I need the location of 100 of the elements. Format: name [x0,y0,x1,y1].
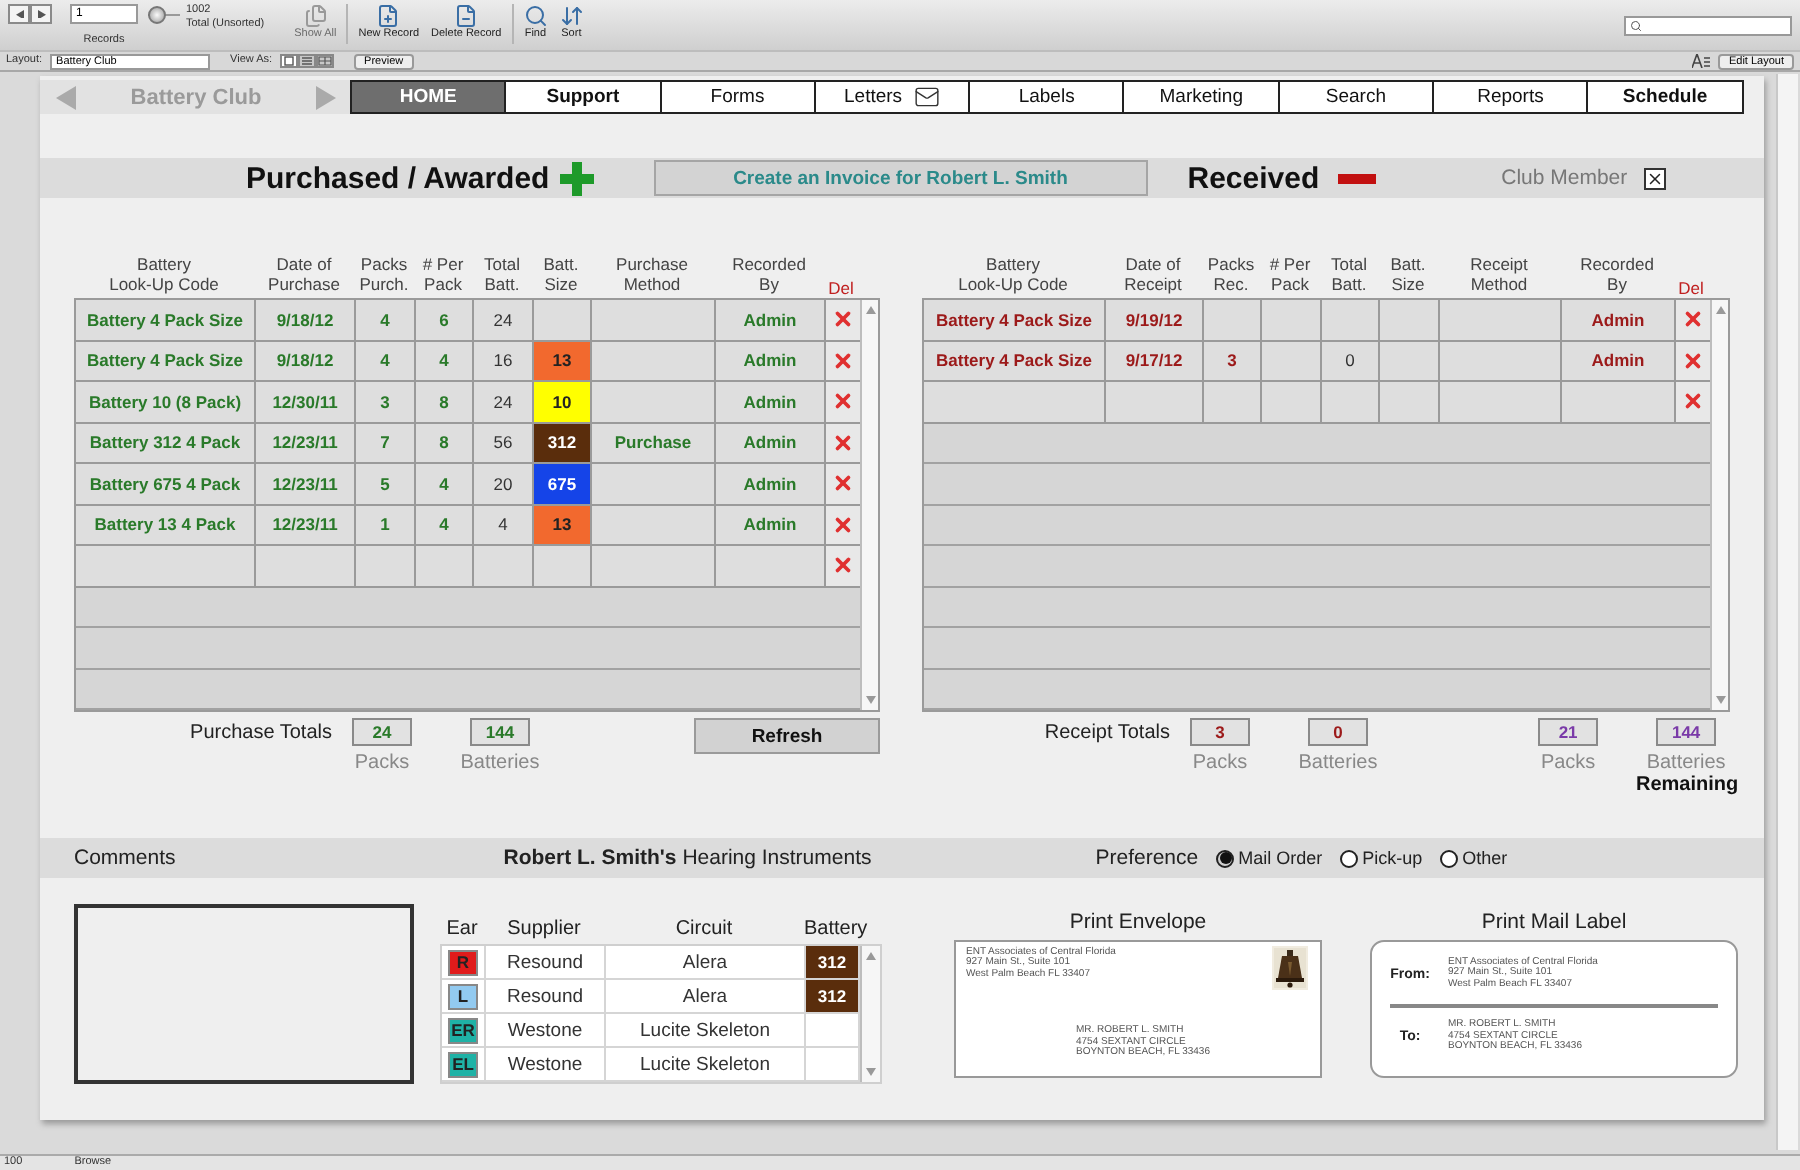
delete-button[interactable] [826,341,860,380]
remove-icon[interactable] [1337,173,1376,183]
delete-button[interactable] [1676,300,1710,339]
delete-button[interactable] [826,382,860,421]
table-cell: Battery 13 4 Pack [76,505,256,544]
table-cell: Westone [486,1048,606,1080]
radio-button[interactable]: Mail Order [1216,848,1323,868]
scrollbar[interactable] [860,946,880,1082]
radio-indicator[interactable] [1440,849,1459,867]
nav-tab[interactable]: Schedule [1586,80,1744,114]
search-icon [1630,20,1642,32]
delete-button[interactable] [826,464,860,503]
column-header: Battery Look-Up Code [107,256,221,294]
list-view-button[interactable] [298,54,317,68]
nav-tab[interactable]: Forms [659,80,816,114]
previous-record-button[interactable] [8,4,30,24]
size-badge: 675 [534,464,592,503]
table-view-button[interactable] [316,54,335,68]
table-cell: Admin [716,505,826,544]
nav-tab[interactable]: HOME [350,80,507,114]
refresh-button[interactable]: Refresh [694,718,880,754]
total-caption: Batteries [460,752,540,774]
scroll-down-icon[interactable] [1715,696,1725,704]
instruments-title: Robert L. Smith's Hearing Instruments [503,846,872,870]
search-field[interactable] [1624,16,1792,36]
table-cell: 4 [356,341,416,380]
radio-button[interactable]: Other [1440,848,1508,868]
total-value: 144 [1656,718,1717,746]
total-caption: Packs [1540,752,1596,774]
table-cell: 24 [474,382,534,421]
table-cell: 12/23/11 [256,505,356,544]
table-cell: Admin [716,382,826,421]
nav-tab[interactable]: Support [504,80,662,114]
table-cell: Battery 10 (8 Pack) [76,382,256,421]
record-slider[interactable] [148,6,180,24]
table-cell: 4 [474,505,534,544]
table-cell: 1 [356,505,416,544]
table-cell: Admin [1562,341,1676,380]
scrollbar[interactable] [1776,74,1798,1150]
table-cell: 5 [356,464,416,503]
total-caption: Packs [354,752,410,774]
ear-badge: ER [448,1017,478,1043]
delete-button[interactable] [1676,341,1710,380]
x-icon [832,390,854,413]
table-cell: Admin [716,464,826,503]
x-icon [832,349,854,372]
nav-tab[interactable]: Reports [1432,80,1589,114]
column-header: Purchase Method [614,256,690,294]
delete-button[interactable] [826,505,860,544]
table-cell: 24 [474,300,534,339]
size-badge: 312 [534,423,592,462]
nav-tab[interactable]: Search [1277,80,1435,114]
table-cell: 4 [416,341,474,380]
club-member-checkbox[interactable] [1643,167,1666,189]
scroll-down-icon[interactable] [866,1068,876,1076]
form-view-button[interactable] [280,54,299,68]
table-cell: Admin [1562,300,1676,339]
delete-button[interactable] [826,300,860,339]
column-header: Battery Look-Up Code [956,256,1070,294]
column-header: Packs Rec. [1205,256,1257,294]
scroll-up-icon[interactable] [865,306,875,314]
slider-thumb[interactable] [148,6,166,24]
nav-tab[interactable]: Letters [813,80,971,114]
text-size-icon[interactable] [1692,54,1711,68]
column-header: Ear [444,920,480,940]
section-title: Received [1187,161,1320,195]
next-record-button[interactable] [30,4,52,24]
scroll-down-icon[interactable] [865,696,875,704]
add-icon[interactable] [559,161,594,195]
total-value: 21 [1538,718,1599,746]
delete-button[interactable] [1676,382,1710,421]
table-cell: 12/23/11 [256,464,356,503]
column-header: Del [1676,278,1706,298]
table-cell: Battery 4 Pack Size [76,341,256,380]
radio-button[interactable]: Pick-up [1340,848,1423,868]
column-header: Supplier [505,920,583,940]
radio-indicator[interactable] [1340,849,1359,867]
table-cell: 4 [416,464,474,503]
document-plus-icon [376,4,401,28]
nav-tab[interactable]: Marketing [1122,80,1280,114]
scroll-up-icon[interactable] [866,952,876,960]
table-cell: 56 [474,423,534,462]
column-header: Circuit [673,920,735,940]
preference-label: Preference [1095,846,1199,870]
ear-badge: L [448,983,478,1009]
table-cell: Battery 675 4 Pack [76,464,256,503]
radio-indicator[interactable] [1216,849,1235,867]
comments-field[interactable] [74,904,414,1084]
delete-button[interactable] [826,546,860,585]
column-header: Date of Purchase [266,256,342,294]
scrollbar[interactable] [1710,300,1728,710]
nav-tab[interactable]: Labels [968,80,1125,114]
scroll-up-icon[interactable] [1715,306,1725,314]
table-cell: 3 [1204,341,1262,380]
totals-label: Purchase Totals [188,720,332,748]
sort-icon [559,4,584,28]
table-cell: Admin [716,300,826,339]
scrollbar[interactable] [860,300,878,710]
delete-button[interactable] [826,423,860,462]
column-header: Receipt Method [1468,256,1530,294]
